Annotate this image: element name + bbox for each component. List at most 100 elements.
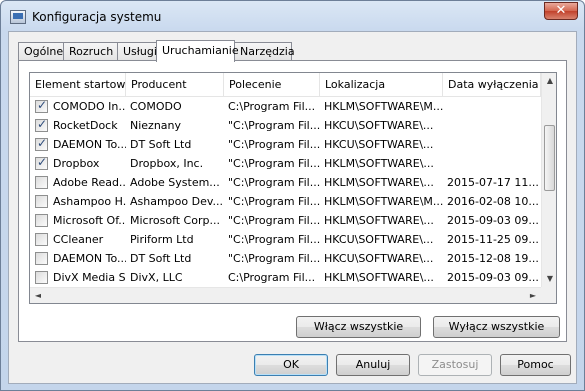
cell-name: Adobe Read... (53, 176, 126, 189)
cell-date: 2015-09-03 09... (447, 214, 539, 227)
scroll-right-icon[interactable]: ► (525, 288, 541, 303)
cell-command: "C:\Program Fil... (228, 233, 320, 246)
horizontal-scrollbar[interactable]: ◄ ► (30, 287, 541, 303)
table-row[interactable]: DAEMON To... DT Soft Ltd "C:\Program Fil..… (30, 135, 541, 154)
cell-vendor: COMODO (130, 100, 182, 113)
tab-services[interactable]: Usługi (117, 42, 157, 61)
vertical-scrollbar[interactable]: ▲ ▼ (541, 73, 556, 303)
apply-button[interactable]: Zastosuj (418, 354, 492, 376)
startup-item-checkbox[interactable] (35, 155, 48, 170)
list-header: Element startowy Producent Polecenie Lok… (30, 73, 541, 97)
system-configuration-window: Konfiguracja systemu ✕ Ogólne Rozruch Us… (0, 0, 585, 391)
table-row[interactable]: Adobe Read... Adobe System... "C:\Program … (30, 173, 541, 192)
scrollbar-corner (541, 287, 556, 303)
tab-general[interactable]: Ogólne (18, 42, 64, 61)
cell-location: HKLM\SOFTWARE\... (324, 214, 434, 227)
cell-vendor: Adobe System... (130, 176, 220, 189)
cell-location: HKCU\SOFTWARE\... (324, 119, 434, 132)
startup-item-checkbox[interactable] (35, 136, 48, 151)
startup-item-checkbox[interactable] (35, 176, 48, 189)
scroll-down-icon[interactable]: ▼ (542, 271, 556, 287)
cell-location: HKCU\SOFTWARE\... (324, 138, 434, 151)
cell-vendor: Microsoft Corp... (130, 214, 220, 227)
ok-button[interactable]: OK (254, 354, 328, 376)
cell-command: "C:\Program Fil... (228, 195, 320, 208)
startup-item-checkbox[interactable] (35, 252, 48, 265)
tab-boot[interactable]: Rozruch (63, 42, 118, 61)
table-row[interactable]: DAEMON To... DT Soft Ltd "C:\Program Fil..… (30, 249, 541, 268)
startup-item-checkbox[interactable] (35, 214, 48, 227)
disable-all-button[interactable]: Wyłącz wszystkie (433, 316, 560, 338)
cell-location: HKLM\SOFTWARE\M... (324, 100, 443, 113)
column-header-startup-item[interactable]: Element startowy (30, 73, 126, 97)
cell-name: CCleaner (53, 233, 104, 246)
cell-vendor: Nieznany (130, 119, 182, 132)
cell-date: 2015-11-25 09... (447, 233, 539, 246)
cell-date (443, 135, 541, 154)
tab-startup[interactable]: Uruchamianie (156, 40, 239, 62)
vertical-scroll-thumb[interactable] (544, 125, 555, 191)
cell-vendor: DT Soft Ltd (130, 138, 192, 151)
cell-command: C:\Program Fil... (228, 100, 316, 113)
cell-date: 2015-07-17 11... (447, 176, 539, 189)
table-row[interactable]: Ashampoo H... Ashampoo Dev... "C:\Program … (30, 192, 541, 211)
cell-location: HKLM\SOFTWARE\... (324, 176, 434, 189)
table-row[interactable]: Microsoft Of... Microsoft Corp... "C:\Prog… (30, 211, 541, 230)
cell-name: COMODO In... (53, 100, 126, 113)
cell-date: 2016-02-08 10... (447, 195, 539, 208)
cell-date (443, 97, 541, 116)
cell-name: Microsoft Of... (53, 214, 126, 227)
cell-name: Dropbox (53, 157, 100, 170)
startup-item-checkbox[interactable] (35, 195, 48, 208)
cell-date (443, 116, 541, 135)
cell-date: 2015-09-03 09... (447, 271, 539, 284)
cell-command: "C:\Program Fil... (228, 157, 320, 170)
cell-vendor: DivX, LLC (130, 271, 183, 284)
column-header-date-disabled[interactable]: Data wyłączenia (443, 73, 541, 97)
scroll-up-icon[interactable]: ▲ (542, 73, 556, 89)
cell-name: Ashampoo H... (53, 195, 126, 208)
table-row[interactable]: COMODO In... COMODO C:\Program Fil... HKLM\… (30, 97, 541, 116)
column-header-manufacturer[interactable]: Producent (126, 73, 224, 97)
cell-location: HKLM\SOFTWARE\... (324, 271, 434, 284)
cell-date: 2015-12-08 19... (447, 252, 539, 265)
column-header-command[interactable]: Polecenie (224, 73, 320, 97)
startup-item-checkbox[interactable] (35, 98, 48, 113)
table-row[interactable]: RocketDock Nieznany "C:\Program Fil... HKCU… (30, 116, 541, 135)
cell-date (443, 154, 541, 173)
cell-vendor: DT Soft Ltd (130, 252, 192, 265)
startup-items-list[interactable]: Element startowy Producent Polecenie Lok… (29, 72, 557, 304)
startup-item-checkbox[interactable] (35, 271, 48, 284)
help-button[interactable]: Pomoc (500, 354, 571, 376)
cell-vendor: Dropbox, Inc. (130, 157, 204, 170)
cell-command: "C:\Program Fil... (228, 214, 320, 227)
cell-name: RocketDock (53, 119, 118, 132)
startup-item-checkbox[interactable] (35, 117, 48, 132)
window-title: Konfiguracja systemu (32, 10, 162, 24)
cell-command: "C:\Program Fil... (228, 138, 320, 151)
cell-vendor: Piriform Ltd (130, 233, 194, 246)
cell-name: DAEMON To... (53, 138, 126, 151)
startup-item-checkbox[interactable] (35, 233, 48, 246)
cell-command: C:\Program Fil... (228, 271, 316, 284)
cell-command: "C:\Program Fil... (228, 119, 320, 132)
cell-name: DivX Media S... (53, 271, 126, 284)
column-header-location[interactable]: Lokalizacja (320, 73, 443, 97)
scroll-left-icon[interactable]: ◄ (30, 288, 46, 303)
cell-name: DAEMON To... (53, 252, 126, 265)
msconfig-icon (10, 10, 26, 24)
enable-all-button[interactable]: Włącz wszystkie (296, 316, 421, 338)
close-button[interactable]: ✕ (544, 2, 578, 20)
cell-command: "C:\Program Fil... (228, 252, 320, 265)
startup-tab-panel: Element startowy Producent Polecenie Lok… (18, 60, 567, 342)
cell-command: "C:\Program Fil... (228, 176, 320, 189)
title-bar[interactable]: Konfiguracja systemu ✕ (1, 1, 584, 31)
cancel-button[interactable]: Anuluj (336, 354, 410, 376)
cell-location: HKLM\SOFTWARE\M... (324, 195, 443, 208)
table-row[interactable]: Dropbox Dropbox, Inc. "C:\Program Fil... HK… (30, 154, 541, 173)
tab-tools[interactable]: Narzędzia (234, 42, 295, 61)
table-row[interactable]: DivX Media S... DivX, LLC C:\Program Fil..… (30, 268, 541, 287)
table-row[interactable]: CCleaner Piriform Ltd "C:\Program Fil... HK… (30, 230, 541, 249)
cell-location: HKCU\SOFTWARE\... (324, 252, 434, 265)
cell-vendor: Ashampoo Dev... (130, 195, 224, 208)
